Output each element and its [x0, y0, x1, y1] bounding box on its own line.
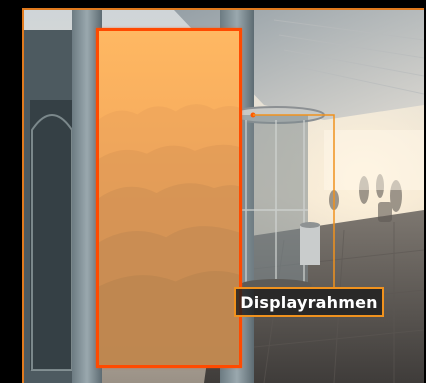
scene-frame — [22, 8, 424, 383]
callout-label: Displayrahmen — [240, 292, 378, 312]
mountain-image — [99, 104, 239, 365]
display-frame-highlight — [96, 28, 242, 368]
callout-label-box: Displayrahmen — [234, 287, 384, 317]
